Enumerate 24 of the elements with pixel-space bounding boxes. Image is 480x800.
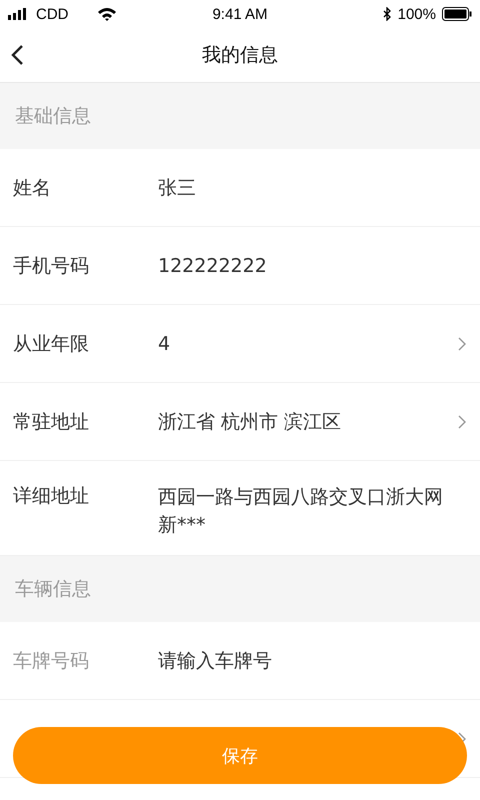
bluetooth-icon [382, 7, 392, 21]
battery-icon [442, 7, 472, 21]
battery-percent: 100% [398, 6, 436, 22]
field-label: 姓名 [13, 176, 52, 200]
field-value[interactable]: 浙江省 杭州市 滨江区 [158, 408, 458, 436]
field-label: 手机号码 [13, 254, 90, 278]
field-value[interactable]: 4 [158, 330, 458, 358]
field-label: 从业年限 [13, 332, 90, 356]
field-label: 车牌号码 [13, 648, 90, 674]
back-icon[interactable] [10, 44, 24, 66]
field-label: 常驻地址 [13, 410, 90, 434]
field-value[interactable]: 122222222 [158, 252, 466, 280]
field-label: 详细地址 [13, 484, 90, 509]
chevron-right-icon[interactable] [458, 414, 466, 428]
page-title: 我的信息 [202, 43, 278, 68]
section-title: 基础信息 [15, 104, 91, 129]
field-value[interactable]: 请输入车牌号 [158, 646, 466, 674]
clock-time: 9:41 AM [212, 6, 268, 22]
field-value[interactable]: 张三 [158, 174, 466, 202]
section-title: 车辆信息 [15, 577, 91, 602]
chevron-right-icon[interactable] [458, 336, 466, 350]
field-value[interactable]: 西园一路与西园八路交叉口浙大网新*** [158, 483, 466, 539]
wifi-icon [96, 7, 116, 21]
carrier-name: CDD [36, 6, 68, 22]
